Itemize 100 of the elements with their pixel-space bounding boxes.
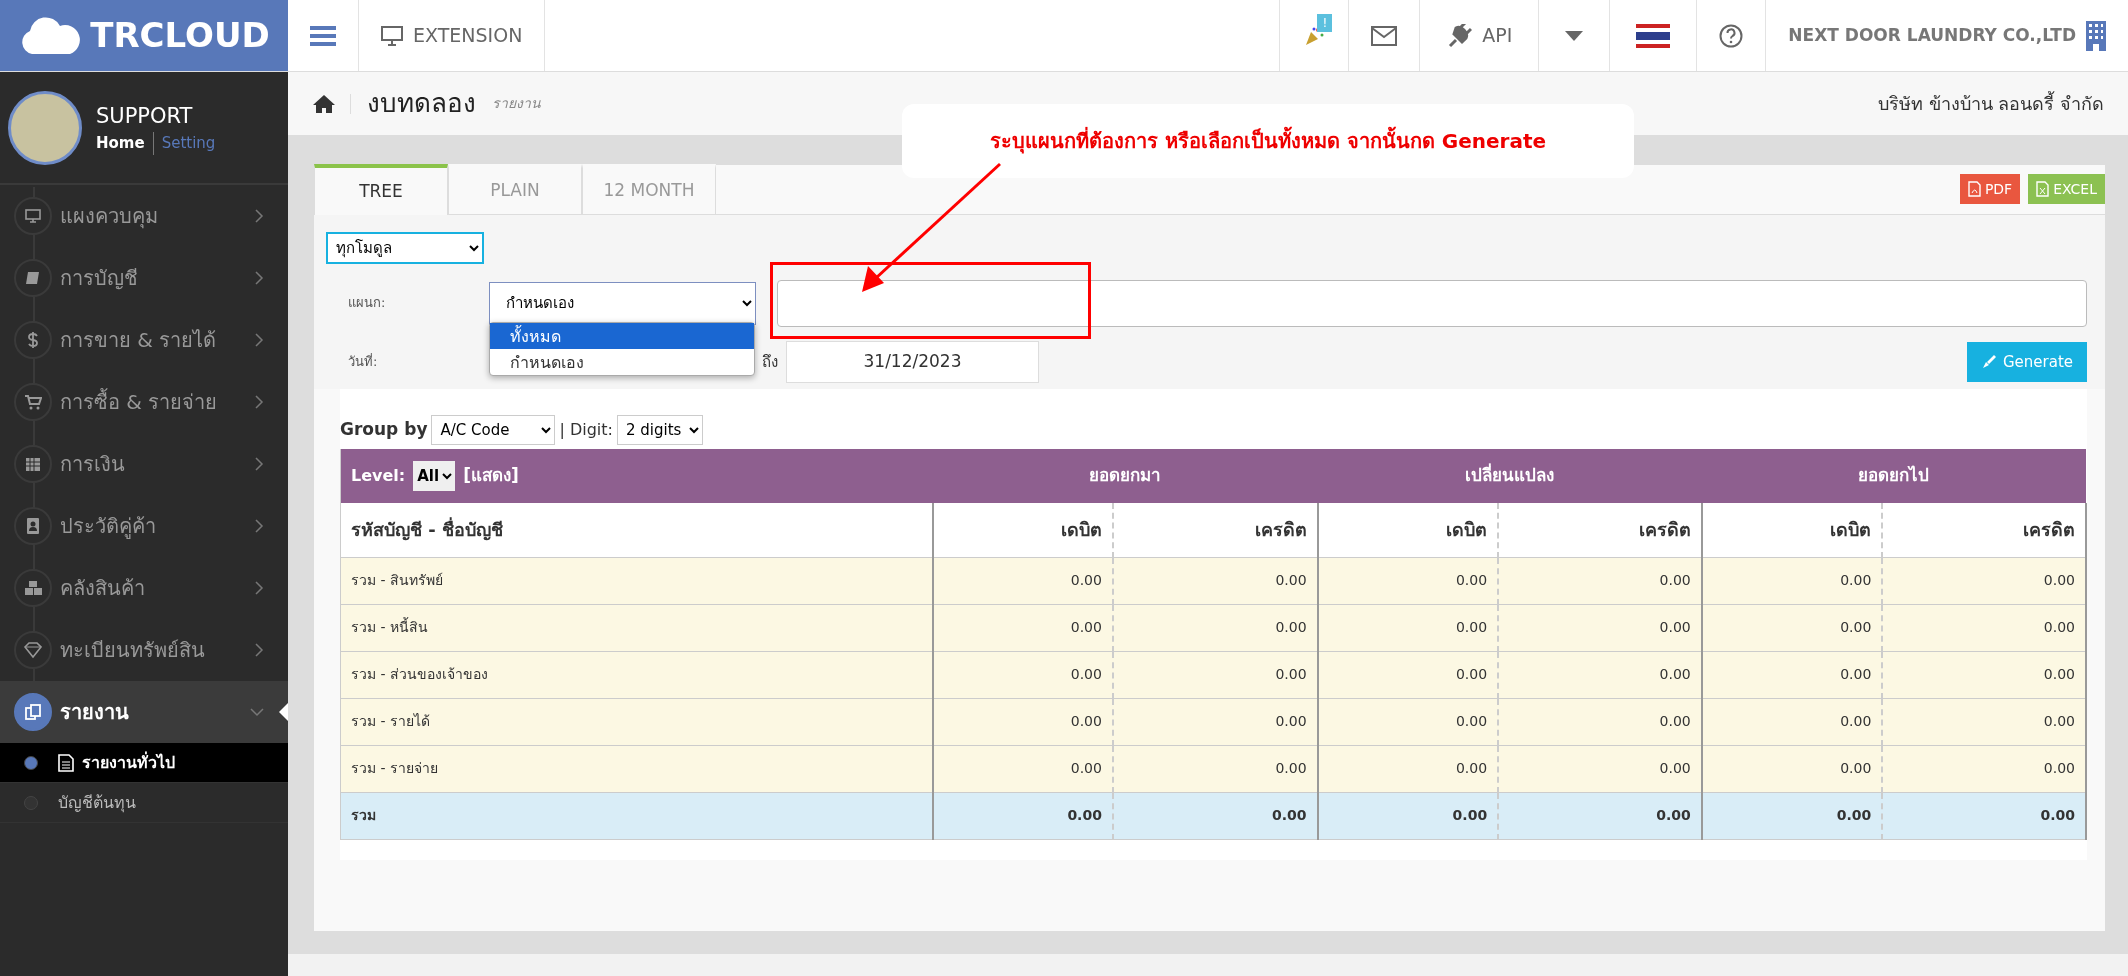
group-by-select[interactable]: A/C Code — [431, 415, 556, 445]
table-cell: 0.00 — [1882, 745, 2086, 792]
table-cell: 0.00 — [1701, 698, 1883, 745]
column-group-header: เปลี่ยนแปลง — [1317, 449, 1702, 503]
table-cell: 0.00 — [1882, 557, 2086, 604]
table-cell: รวม - สินทรัพย์ — [340, 557, 934, 604]
company-button[interactable]: NEXT DOOR LAUNDRY CO.,LTD — [1766, 0, 2128, 71]
plug-icon — [1446, 23, 1473, 48]
table-cell: 0.00 — [1882, 698, 2086, 745]
sidebar-item[interactable]: การบัญชี — [0, 247, 288, 309]
table-cell: 0.00 — [933, 651, 1113, 698]
tab[interactable]: 12 MONTH — [582, 164, 716, 214]
dropdown-option[interactable]: ทั้งหมด — [490, 323, 754, 349]
pdf-button[interactable]: PDF — [1959, 174, 2021, 204]
company-name: บริษัท ข้างบ้าน ลอนดรี้ จำกัด — [1877, 90, 2104, 116]
sidebar-item[interactable]: การซื้อ & รายจ่าย — [0, 371, 288, 433]
table-cell: 0.00 — [933, 557, 1113, 604]
show-link[interactable]: [แสดง] — [463, 463, 519, 489]
column-header: เดบิต — [1701, 503, 1883, 557]
module-select[interactable]: ทุกโมดูล — [326, 232, 484, 264]
department-label: แผนก: — [347, 294, 387, 313]
sidebar-item[interactable]: แผงควบคุม — [0, 185, 288, 247]
table-cell: รวม - รายจ่าย — [340, 745, 934, 792]
document-icon — [58, 753, 74, 772]
dropdown-option[interactable]: กำหนดเอง — [490, 349, 754, 375]
date-to-field[interactable]: 31/12/2023 — [786, 341, 1039, 383]
submenu-item[interactable]: บัญชีต้นทุน — [0, 783, 288, 823]
pdf-file-icon — [1967, 181, 1981, 197]
page-title: งบทดลอง — [367, 87, 476, 120]
table-cell: 0.00 — [1498, 745, 1702, 792]
table-cell: 0.00 — [1317, 792, 1499, 839]
sidebar-item[interactable]: รายงาน — [0, 681, 288, 743]
digit-select[interactable]: 2 digits — [617, 415, 703, 445]
table-cell: 0.00 — [1112, 698, 1318, 745]
diamond-icon — [24, 641, 42, 659]
table-cell: 0.00 — [1112, 651, 1318, 698]
chevron-right-icon — [254, 395, 264, 409]
cart-icon — [24, 393, 42, 411]
sidebar-item[interactable]: ทะเบียนทรัพย์สิน — [0, 619, 288, 681]
table-cell: 0.00 — [933, 698, 1113, 745]
department-select[interactable]: กำหนดเอง — [489, 281, 756, 325]
sidebar-item[interactable]: การเงิน — [0, 433, 288, 495]
contact-card-icon — [24, 517, 42, 535]
chevron-right-icon — [254, 519, 264, 533]
excel-file-icon — [2036, 181, 2050, 197]
column-header: เดบิต — [1317, 503, 1499, 557]
department-input[interactable] — [777, 279, 2087, 327]
sidebar-item[interactable]: คลังสินค้า — [0, 557, 288, 619]
copy-icon — [24, 703, 42, 721]
home-link[interactable] — [312, 93, 351, 114]
digit-label: | Digit: — [559, 419, 613, 441]
sidebar-item[interactable]: การขาย & รายได้ — [0, 309, 288, 371]
table-cell: 0.00 — [1701, 604, 1883, 651]
chevron-right-icon — [254, 209, 264, 223]
table-cell: 0.00 — [1317, 698, 1499, 745]
table-cell: รวม - หนี้สิน — [340, 604, 934, 651]
table-cell: 0.00 — [1112, 745, 1318, 792]
calendar-icon — [24, 455, 42, 473]
chevron-right-icon — [254, 457, 264, 471]
home-icon — [312, 93, 336, 114]
home-link[interactable]: Home — [96, 132, 145, 155]
column-header: เครดิต — [1112, 503, 1318, 557]
level-label: Level: — [351, 465, 406, 487]
submenu-item[interactable]: รายงานทั่วไป — [0, 743, 288, 783]
timeline-dot — [24, 755, 38, 770]
table-cell: 0.00 — [1498, 698, 1702, 745]
chevron-right-icon — [254, 581, 264, 595]
sidebar-item[interactable]: ประวัติคู่ค้า — [0, 495, 288, 557]
mail-icon — [1371, 25, 1398, 46]
logo-text: TRCLOUD — [90, 14, 270, 57]
tab[interactable]: PLAIN — [448, 164, 582, 214]
table-cell: 0.00 — [1317, 557, 1499, 604]
table-cell: 0.00 — [1112, 604, 1318, 651]
annotation-callout: ระบุแผนกที่ต้องการ หรือเลือกเป็นทั้งหมด จากนั้นกด Generate — [902, 104, 1634, 178]
table-cell: 0.00 — [1112, 557, 1318, 604]
table-cell: 0.00 — [1701, 557, 1883, 604]
menu-icon — [310, 24, 336, 47]
column-group-header: ยอดยกไป — [1701, 449, 2086, 503]
notification-badge: ! — [1317, 14, 1333, 32]
setting-link[interactable]: Setting — [152, 132, 216, 155]
level-select[interactable]: All — [413, 461, 456, 491]
table-cell: รวม — [340, 792, 934, 839]
date-label: วันที่: — [347, 352, 379, 372]
api-button[interactable]: API — [1420, 0, 1540, 71]
chevron-right-icon — [254, 643, 264, 657]
extension-button[interactable]: EXTENSION — [359, 0, 546, 71]
help-icon — [1719, 23, 1744, 48]
chevron-right-icon — [254, 333, 264, 347]
table-cell: รวม - รายได้ — [340, 698, 934, 745]
table-cell: 0.00 — [1701, 745, 1883, 792]
table-cell: 0.00 — [1112, 792, 1318, 839]
table-cell: 0.00 — [1701, 792, 1883, 839]
column-group-header: ยอดยกมา — [933, 449, 1318, 503]
tab[interactable]: TREE — [314, 164, 448, 215]
book-icon — [24, 269, 42, 287]
table-cell: 0.00 — [1882, 651, 2086, 698]
table-cell: 0.00 — [933, 604, 1113, 651]
table-cell: 0.00 — [1498, 557, 1702, 604]
monitor-icon — [381, 25, 403, 46]
table-cell: รวม - ส่วนของเจ้าของ — [340, 651, 934, 698]
